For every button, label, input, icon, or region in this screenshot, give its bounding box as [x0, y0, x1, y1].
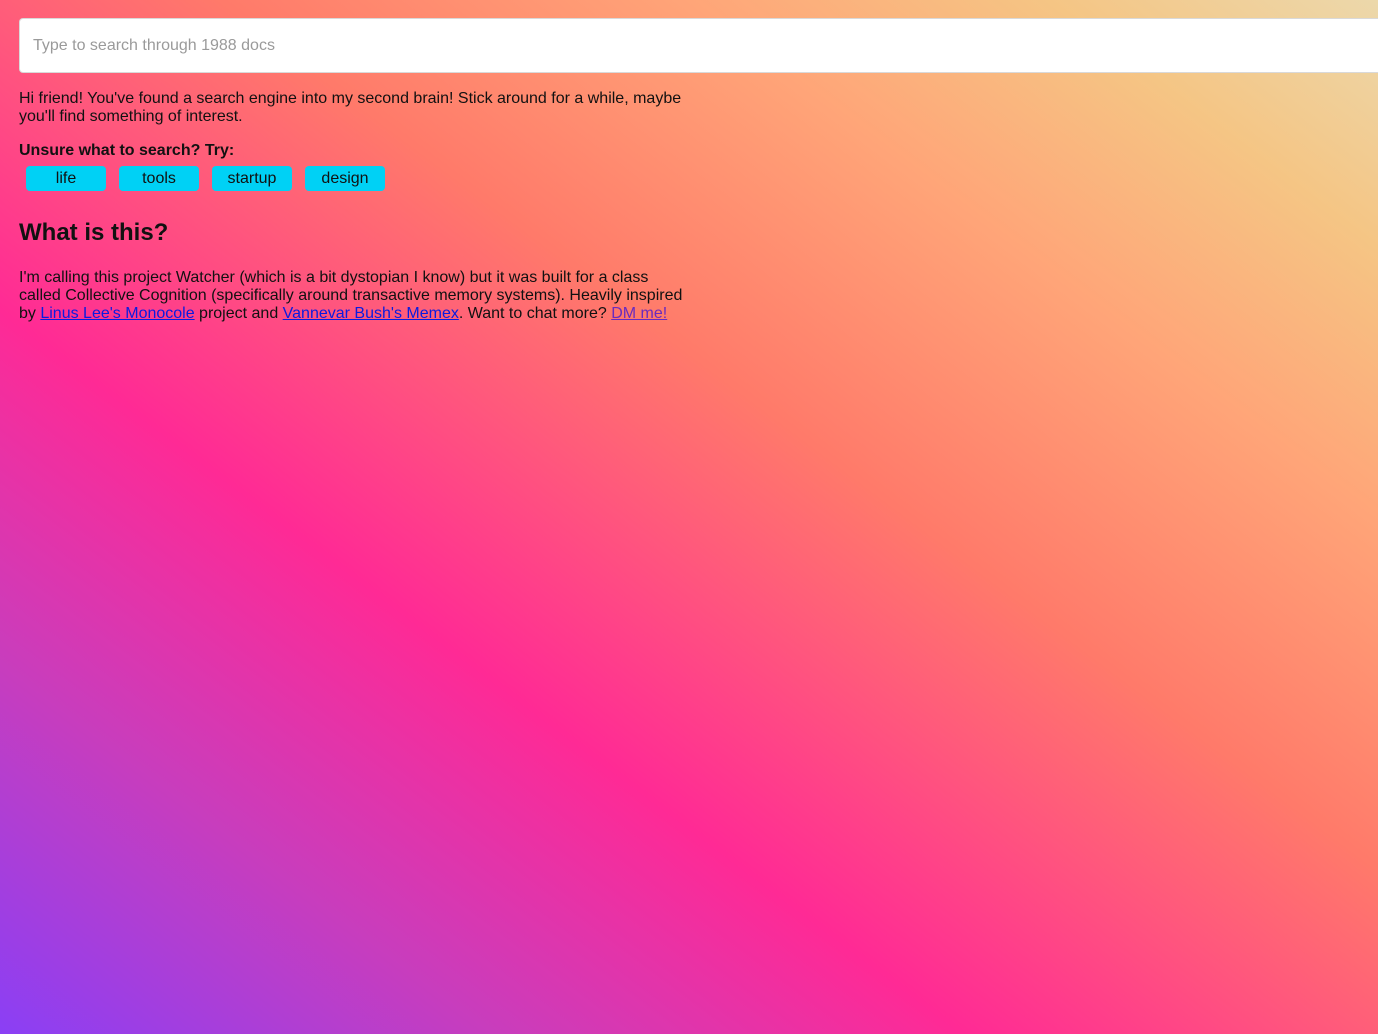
- intro-text: Hi friend! You've found a search engine …: [19, 90, 682, 125]
- about-heading: What is this?: [19, 219, 169, 246]
- about-text-part-3: . Want to chat more?: [458, 305, 612, 322]
- suggestion-chip-startup[interactable]: startup: [212, 166, 292, 191]
- dm-me-link[interactable]: DM me!: [611, 305, 667, 322]
- suggestion-chips: life tools startup design: [19, 166, 689, 191]
- about-text-part-2: project and: [194, 305, 283, 322]
- suggestion-chip-design[interactable]: design: [305, 166, 385, 191]
- search-input[interactable]: [19, 18, 1378, 73]
- suggestion-chip-tools[interactable]: tools: [119, 166, 199, 191]
- monocole-link[interactable]: Linus Lee's Monocole: [40, 305, 194, 322]
- memex-link[interactable]: Vannevar Bush's Memex: [283, 305, 459, 322]
- suggestion-chip-life[interactable]: life: [26, 166, 106, 191]
- main-content: Hi friend! You've found a search engine …: [19, 90, 689, 323]
- about-text: I'm calling this project Watcher (which …: [19, 269, 689, 323]
- suggestions-label: Unsure what to search? Try:: [19, 142, 235, 159]
